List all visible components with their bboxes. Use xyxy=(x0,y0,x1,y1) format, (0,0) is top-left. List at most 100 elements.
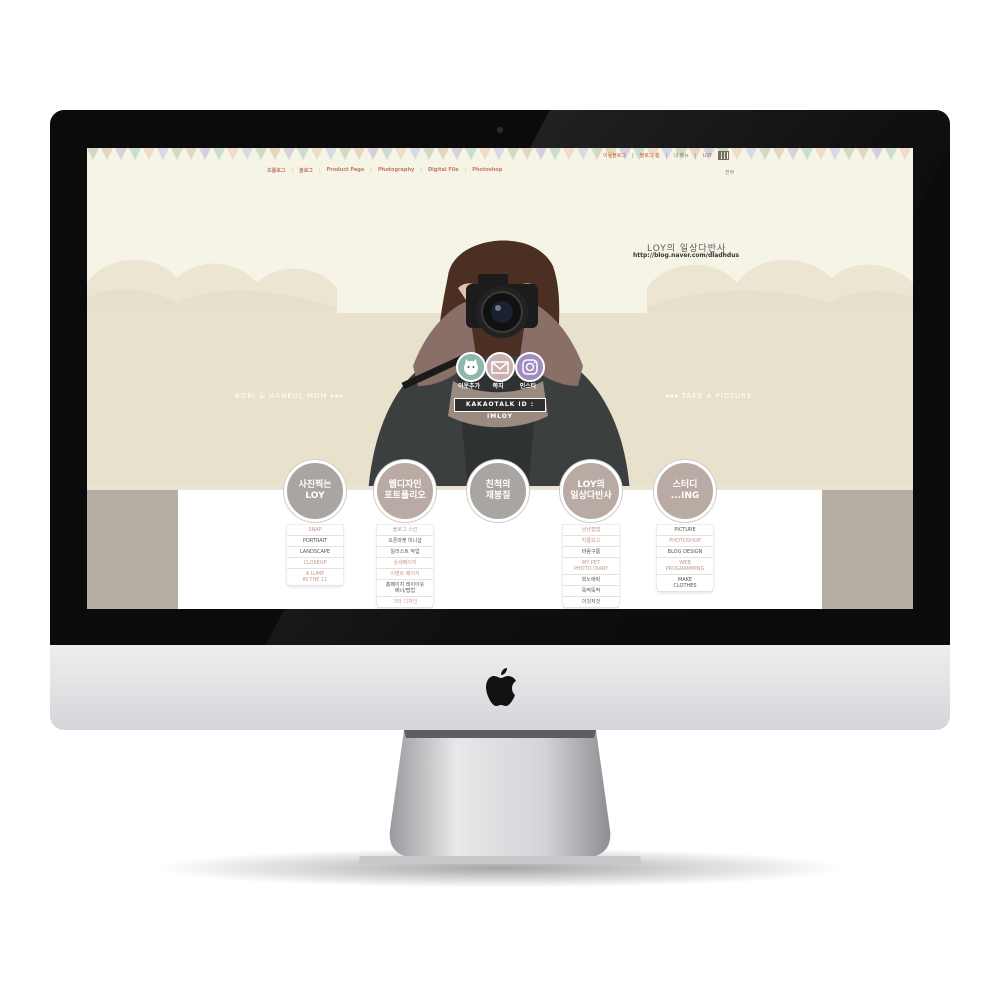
menu-item-portrait[interactable]: PORTRAIT xyxy=(287,536,343,547)
bunting-flag xyxy=(157,148,169,160)
menu-item-picture[interactable]: PICTURE xyxy=(657,525,713,536)
bunting-flag xyxy=(255,148,267,160)
nav-link-product-page[interactable]: Product Page xyxy=(327,167,365,174)
nav-separator: | xyxy=(370,167,372,173)
menu-title-web-design-portfolio[interactable]: 웹디자인 포트폴리오 xyxy=(374,460,436,522)
menu-item-food[interactable]: 냠냠쩝쩝 xyxy=(563,525,619,536)
bunting-flag xyxy=(87,148,99,160)
bunting-flag xyxy=(535,148,547,160)
bunting-flag xyxy=(367,148,379,160)
message-button[interactable] xyxy=(485,352,515,382)
menu-item-make-clothes[interactable]: MAKE CLOTHES xyxy=(657,575,713,592)
utility-link-blog-home[interactable]: 블로그 홈 xyxy=(640,152,660,159)
bunting-flag xyxy=(213,148,225,160)
bunting-flag xyxy=(339,148,351,160)
menu-daily-life: LOY의 일상다반사 냠냠쩝쩝 지름보고 바람구름 MY PET PHOTO D… xyxy=(560,460,622,609)
grid-menu-icon[interactable] xyxy=(717,151,729,160)
monitor-stand xyxy=(358,730,642,864)
utility-link-my-menu[interactable]: 내 메뉴 xyxy=(673,152,688,159)
menu-item-a-lump[interactable]: A LUMP IN THE 11 xyxy=(287,569,343,586)
bunting-flag xyxy=(521,148,533,160)
bunting-flag xyxy=(591,148,603,160)
nav-separator: | xyxy=(291,167,294,173)
menu-photographer-loy: 사진찍는 LOY SNAP PORTRAIT LANDSCAPE CLOSEUP… xyxy=(284,460,346,587)
menu-item-snap[interactable]: SNAP xyxy=(287,525,343,536)
menu-title-daily-life[interactable]: LOY의 일상다반사 xyxy=(560,460,622,522)
menu-item-closeup[interactable]: CLOSEUP xyxy=(287,558,343,569)
bunting-flag xyxy=(185,148,197,160)
bunting-flag xyxy=(171,148,183,160)
bunting-flag xyxy=(199,148,211,160)
webcam-icon xyxy=(497,127,503,133)
bunting-flag xyxy=(465,148,477,160)
menu-title-sewing[interactable]: 친척의 재봉질 xyxy=(467,460,529,522)
bunting-flag xyxy=(297,148,309,160)
bunting-flag xyxy=(759,148,771,160)
bunting-flag xyxy=(437,148,449,160)
bunting-flag xyxy=(269,148,281,160)
menu-item-homepage-layout[interactable]: 홈페이지 레이아웃 배너/팝업 xyxy=(377,580,433,597)
utility-separator: | xyxy=(632,152,634,159)
menu-item-diy[interactable]: 뚝딱뚝딱 xyxy=(563,586,619,597)
apple-logo-icon xyxy=(486,668,516,706)
bunting-flag xyxy=(871,148,883,160)
utility-separator: | xyxy=(694,152,697,159)
nav-link-photography[interactable]: Photography xyxy=(378,167,414,174)
menu-item-other-design[interactable]: 기타 디자인 xyxy=(377,597,433,608)
bunting-flag xyxy=(101,148,113,160)
nav-separator: | xyxy=(464,167,467,173)
bunting-flag xyxy=(381,148,393,160)
bunting-flag xyxy=(899,148,911,160)
menu-item-mini-shop[interactable]: 오픈마켓 미니샵 xyxy=(377,536,433,547)
bunting-flag xyxy=(549,148,561,160)
nav-link-photoshop[interactable]: Photoshop xyxy=(472,167,502,174)
menu-item-event-page[interactable]: 이벤트 페이지 xyxy=(377,569,433,580)
menu-item-pet-diary[interactable]: MY PET PHOTO DIARY xyxy=(563,558,619,575)
instagram-icon xyxy=(522,359,538,375)
menu-item-web-programming[interactable]: WEB PROGRAMMING xyxy=(657,558,713,575)
menu-title-study[interactable]: 스터디 ...ING xyxy=(654,460,716,522)
nav-link-blog[interactable]: 블로그 xyxy=(299,167,313,174)
menu-list: SNAP PORTRAIT LANDSCAPE CLOSEUP A LUMP I… xyxy=(286,524,344,587)
menu-item-purchase-report[interactable]: 지름보고 xyxy=(563,536,619,547)
bunting-flag xyxy=(409,148,421,160)
menu-item-blog-skin[interactable]: 블로그 스킨 xyxy=(377,525,433,536)
bunting-flag xyxy=(815,148,827,160)
bunting-flag xyxy=(577,148,589,160)
nav-link-digital-file[interactable]: Digital File xyxy=(428,167,459,174)
bunting-flag xyxy=(843,148,855,160)
envelope-icon xyxy=(491,361,509,374)
bunting-flag xyxy=(227,148,239,160)
bunting-flag xyxy=(423,148,435,160)
menu-study: 스터디 ...ING PICTURE PHOTOSHOP BLOG DESIGN… xyxy=(654,460,716,593)
menu-item-landscape[interactable]: LANDSCAPE xyxy=(287,547,343,558)
menu-web-design-portfolio: 웹디자인 포트폴리오 블로그 스킨 오픈마켓 미니샵 일러스트 작업 상세페이지… xyxy=(374,460,436,609)
bunting-flag xyxy=(507,148,519,160)
tagline-left: BORI & HANEUL MOM ▸▸▸ xyxy=(235,392,345,400)
menu-item-detail-page[interactable]: 상세페이지 xyxy=(377,558,433,569)
bunting-flag xyxy=(115,148,127,160)
utility-user[interactable]: LOY xyxy=(702,153,711,159)
menu-item-misc[interactable]: 이것저것 xyxy=(563,597,619,608)
nav-link-prologue[interactable]: 프롤로그 xyxy=(267,167,285,174)
menu-item-illustration[interactable]: 일러스트 작업 xyxy=(377,547,433,558)
bunting-flag xyxy=(731,148,743,160)
utility-link-neighbor-blog[interactable]: 이웃블로그 xyxy=(603,152,626,159)
bunting-flag xyxy=(493,148,505,160)
menu-item-wind-cloud[interactable]: 바람구름 xyxy=(563,547,619,558)
instagram-label: 인스타 xyxy=(519,383,537,390)
utility-sub-link[interactable]: 전부 xyxy=(725,169,734,176)
side-panel-right xyxy=(822,490,913,609)
menu-item-photoshop[interactable]: PHOTOSHOP xyxy=(657,536,713,547)
menu-title-photographer-loy[interactable]: 사진찍는 LOY xyxy=(284,460,346,522)
blog-url[interactable]: http://blog.naver.com/dladhdus xyxy=(633,252,739,259)
menu-item-emotions[interactable]: 희노애락 xyxy=(563,575,619,586)
bunting-flag xyxy=(353,148,365,160)
bunting-flag xyxy=(311,148,323,160)
bunting-flag xyxy=(325,148,337,160)
menu-item-blog-design[interactable]: BLOG DESIGN xyxy=(657,547,713,558)
add-neighbor-button[interactable] xyxy=(456,352,486,382)
instagram-button[interactable] xyxy=(515,352,545,382)
bunting-flag xyxy=(479,148,491,160)
bunting-flag xyxy=(451,148,463,160)
